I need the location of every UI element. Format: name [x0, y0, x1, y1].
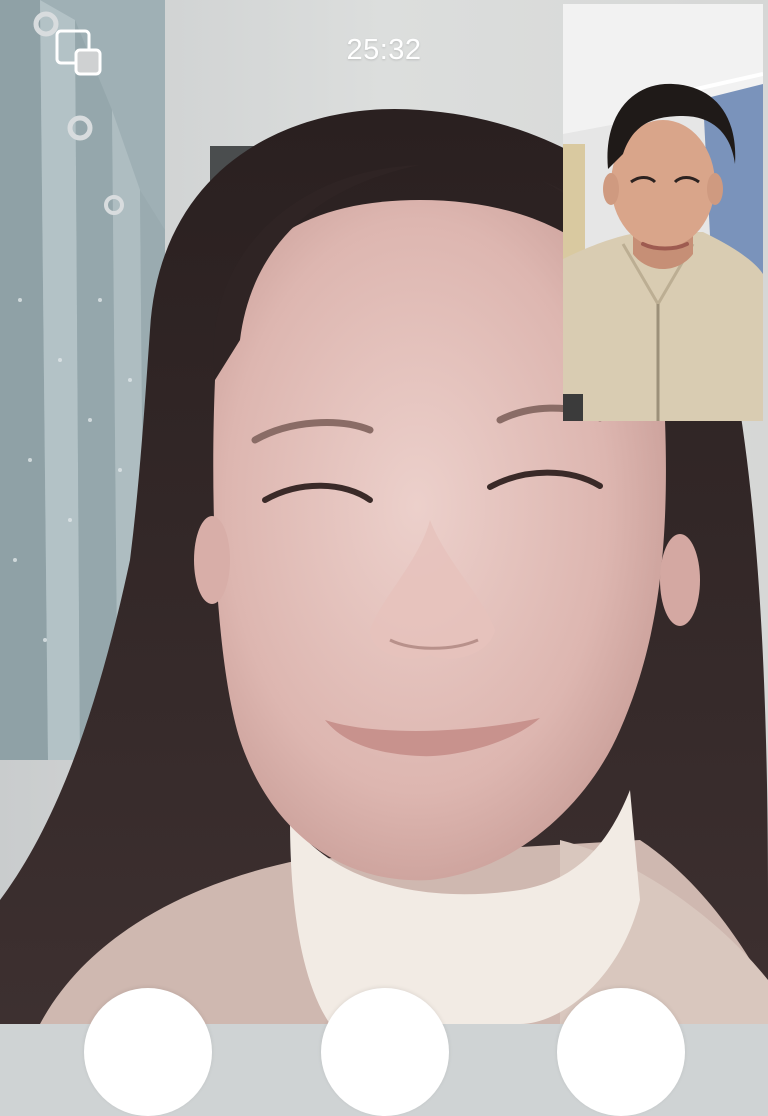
- call-control-button-right[interactable]: [557, 988, 685, 1116]
- call-control-button-center[interactable]: [321, 988, 449, 1116]
- self-camera-preview[interactable]: [563, 4, 763, 421]
- call-timer: 25:32: [346, 34, 422, 66]
- call-control-button-left[interactable]: [84, 988, 212, 1116]
- self-video-frame: [563, 4, 763, 421]
- picture-in-picture-icon[interactable]: [54, 28, 104, 78]
